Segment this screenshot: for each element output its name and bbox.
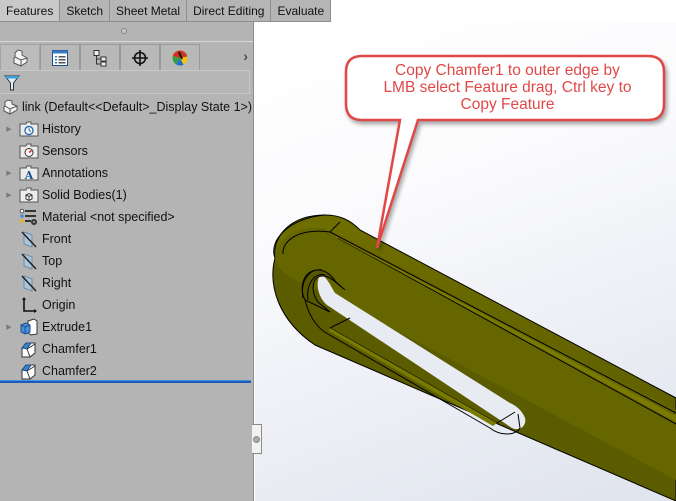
plane-icon	[18, 251, 40, 271]
configuration-manager-icon	[93, 49, 107, 66]
tab-dimxpert-manager[interactable]	[120, 44, 160, 70]
tab-features[interactable]: Features	[0, 0, 61, 22]
tree-item-origin[interactable]: Origin	[0, 294, 252, 316]
filter-icon	[4, 75, 20, 91]
history-folder-icon	[18, 119, 40, 139]
panel-collapse-handle[interactable]	[252, 424, 262, 454]
material-icon	[18, 207, 40, 227]
tree-item-annotations[interactable]: ▶ A Annotations	[0, 162, 252, 184]
chamfer-icon	[18, 361, 40, 381]
dimxpert-manager-icon	[132, 49, 148, 66]
tree-item-chamfer2[interactable]: Chamfer2	[0, 360, 252, 382]
tree-item-history[interactable]: ▶ History	[0, 118, 252, 140]
tab-feature-manager[interactable]	[0, 44, 40, 70]
tree-item-label: Material <not specified>	[42, 210, 175, 224]
display-manager-icon	[172, 50, 188, 66]
tree-item-label: Extrude1	[42, 320, 93, 334]
tree-item-top-plane[interactable]: Top	[0, 250, 252, 272]
callout-line: Copy Chamfer1 to outer edge by	[395, 62, 620, 79]
tree-item-front-plane[interactable]: Front	[0, 228, 252, 250]
tree-item-label: Origin	[42, 298, 76, 312]
tab-sketch[interactable]: Sketch	[60, 0, 111, 22]
part-icon	[2, 97, 20, 117]
tab-evaluate[interactable]: Evaluate	[271, 0, 332, 22]
callout-text: Copy Chamfer1 to outer edge by LMB selec…	[355, 62, 660, 113]
callout-line: LMB select Feature drag, Ctrl key to	[383, 79, 632, 96]
expand-arrow-icon[interactable]: ▶	[0, 118, 18, 140]
tree-filter-bar[interactable]	[0, 70, 250, 94]
command-manager-tabs: Features Sketch Sheet Metal Direct Editi…	[0, 0, 676, 22]
callout-line: Copy Feature	[460, 96, 555, 113]
grip-dot	[121, 28, 127, 34]
panel-tabs-more-button[interactable]: ›	[243, 48, 248, 64]
tree-item-label: Annotations	[42, 166, 109, 180]
panel-tab-bar: ›	[0, 44, 254, 70]
tab-direct-editing[interactable]: Direct Editing	[187, 0, 272, 22]
annotations-folder-icon: A	[18, 163, 40, 183]
solid-bodies-folder-icon	[18, 185, 40, 205]
tree-item-extrude1[interactable]: ▶ Extrude1	[0, 316, 252, 338]
rollback-bar[interactable]	[0, 380, 251, 383]
tree-item-label: Chamfer2	[42, 364, 97, 378]
feature-manager-panel: › link (Default<<Default>_Display State …	[0, 22, 254, 501]
plane-icon	[18, 273, 40, 293]
expand-arrow-icon[interactable]: ▶	[0, 162, 18, 184]
tree-root-part[interactable]: link (Default<<Default>_Display State 1>…	[0, 96, 252, 118]
feature-tree: link (Default<<Default>_Display State 1>…	[0, 96, 252, 382]
sensors-folder-icon	[18, 141, 40, 161]
property-manager-icon	[52, 49, 68, 66]
tree-root-label: link (Default<<Default>_Display State 1>…	[22, 100, 252, 114]
tree-item-chamfer1[interactable]: Chamfer1	[0, 338, 252, 360]
expand-arrow-icon[interactable]: ▶	[0, 316, 18, 338]
tree-item-label: Front	[42, 232, 72, 246]
extrude-icon	[18, 317, 40, 337]
tree-item-right-plane[interactable]: Right	[0, 272, 252, 294]
origin-icon	[18, 295, 40, 315]
tab-property-manager[interactable]	[40, 44, 80, 70]
tab-sheet-metal[interactable]: Sheet Metal	[110, 0, 188, 22]
tree-item-label: Top	[42, 254, 63, 268]
tab-configuration-manager[interactable]	[80, 44, 120, 70]
tree-item-label: Right	[42, 276, 72, 290]
tree-item-label: Solid Bodies(1)	[42, 188, 127, 202]
svg-text:A: A	[24, 169, 34, 181]
tree-item-label: History	[42, 122, 81, 136]
tree-item-label: Chamfer1	[42, 342, 97, 356]
tree-item-label: Sensors	[42, 144, 88, 158]
expand-arrow-icon[interactable]: ▶	[0, 184, 18, 206]
feature-manager-icon	[13, 48, 28, 67]
tab-display-manager[interactable]	[160, 44, 200, 70]
chamfer-icon	[18, 339, 40, 359]
plane-icon	[18, 229, 40, 249]
panel-grip[interactable]	[0, 22, 253, 42]
handle-knob	[253, 436, 260, 443]
tree-item-sensors[interactable]: Sensors	[0, 140, 252, 162]
tree-item-solid-bodies[interactable]: ▶ Solid Bodies(1)	[0, 184, 252, 206]
tree-item-material[interactable]: Material <not specified>	[0, 206, 252, 228]
tabs-filler	[331, 0, 676, 22]
